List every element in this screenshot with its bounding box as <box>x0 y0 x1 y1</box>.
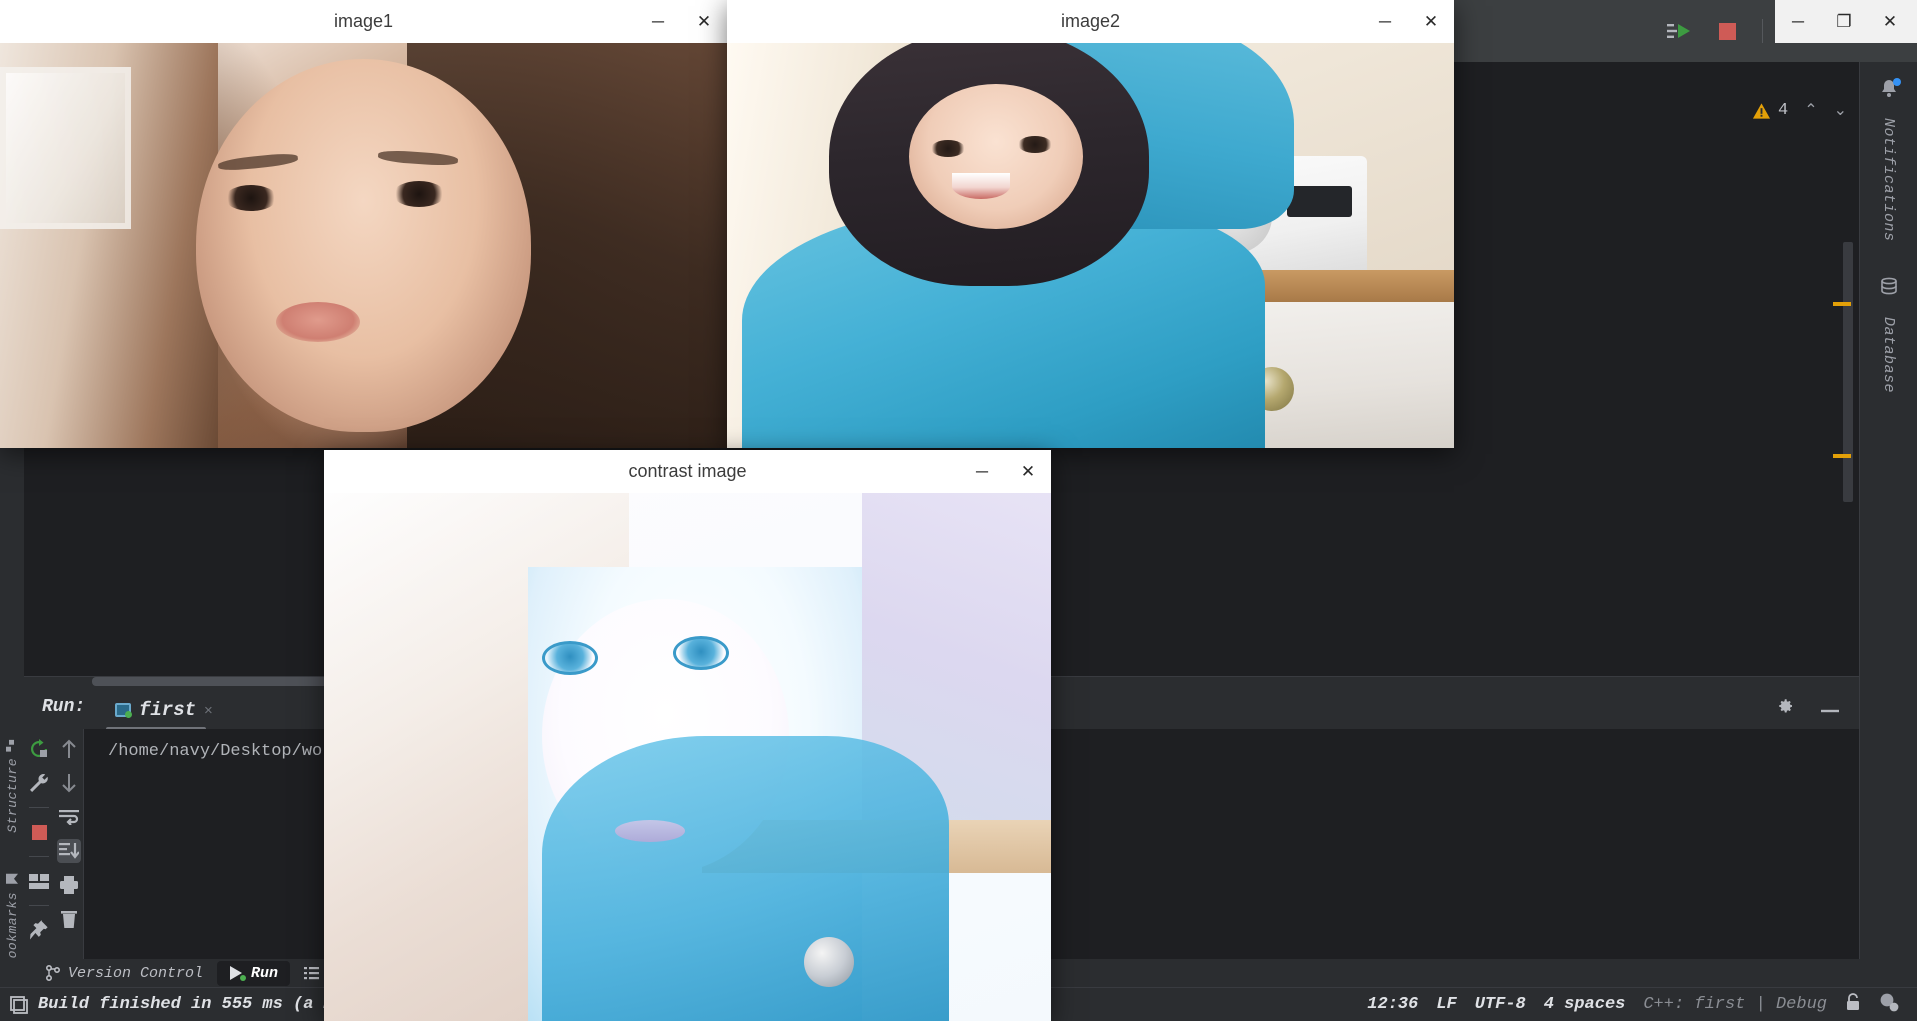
photo-portrait-1 <box>0 43 727 448</box>
window-image1-canvas <box>0 43 727 448</box>
stop-icon[interactable] <box>27 820 51 844</box>
bookmark-icon <box>6 874 18 885</box>
window-contrast-image[interactable]: contrast image ─ ✕ <box>324 450 1051 1021</box>
close-icon[interactable]: × <box>204 702 213 719</box>
sidebar-item-database[interactable]: Database <box>1880 309 1897 401</box>
right-tool-strip: Notifications Database <box>1859 62 1917 1021</box>
run-configuration-tab[interactable]: first × <box>109 693 219 727</box>
tab-label: Version Control <box>68 964 204 982</box>
close-button[interactable]: ✕ <box>1408 0 1454 43</box>
bell-icon[interactable] <box>1878 78 1901 102</box>
os-window-controls: ─ ❐ ✕ <box>1775 0 1917 43</box>
warning-count[interactable]: 4 <box>1752 101 1788 120</box>
database-icon[interactable] <box>1879 276 1899 301</box>
window-title: contrast image <box>628 461 747 481</box>
window-image1[interactable]: image1 ─ ✕ <box>0 0 727 448</box>
run-actions-secondary <box>54 729 84 959</box>
caret-position[interactable]: 12:36 <box>1367 995 1418 1014</box>
interpreter-setting[interactable]: C++: first | Debug <box>1643 995 1827 1014</box>
minimize-button[interactable]: ─ <box>635 0 681 43</box>
window-title: image2 <box>1060 11 1121 31</box>
trash-icon[interactable] <box>57 907 81 931</box>
window-contrast-canvas <box>324 493 1051 1021</box>
gear-icon[interactable] <box>1777 697 1795 720</box>
chevron-up-icon[interactable]: ⌃ <box>1804 100 1817 120</box>
divider <box>29 856 49 857</box>
play-icon <box>229 966 247 981</box>
minimize-button[interactable]: ─ <box>1362 0 1408 43</box>
scroll-to-end-icon[interactable] <box>56 839 81 863</box>
os-close-button[interactable]: ✕ <box>1867 0 1913 43</box>
structure-icon <box>6 739 14 752</box>
window-title: image1 <box>333 11 394 31</box>
tab-version-control[interactable]: Version Control <box>34 961 215 986</box>
build-icon <box>10 995 28 1014</box>
run-panel-title: Run: <box>42 697 86 717</box>
run-with-coverage-icon[interactable] <box>1666 18 1692 44</box>
editor-horizontal-scrollbar[interactable] <box>92 677 332 686</box>
window-image1-buttons: ─ ✕ <box>635 0 727 43</box>
lock-icon[interactable] <box>1845 992 1861 1017</box>
chevron-down-icon[interactable]: ⌄ <box>1834 100 1847 120</box>
branch-icon <box>46 965 60 981</box>
print-icon[interactable] <box>57 873 81 897</box>
window-contrast-titlebar[interactable]: contrast image ─ ✕ <box>324 450 1051 493</box>
toolbar-divider <box>1762 19 1763 43</box>
status-indicators: 12:36 LF UTF-8 4 spaces C++: first | Deb… <box>1367 992 1917 1018</box>
sidebar-item-structure[interactable]: Structure <box>5 734 20 839</box>
inspection-icon[interactable] <box>1879 992 1899 1018</box>
sidebar-item-notifications[interactable]: Notifications <box>1880 110 1897 250</box>
window-image2-titlebar[interactable]: image2 ─ ✕ <box>727 0 1454 43</box>
warning-count-label: 4 <box>1777 101 1789 120</box>
window-image2-canvas <box>727 43 1454 448</box>
file-encoding[interactable]: UTF-8 <box>1475 995 1526 1014</box>
notification-dot <box>1892 78 1901 86</box>
pin-icon[interactable] <box>27 918 51 942</box>
bookmarks-label: Bookmarks <box>4 892 20 967</box>
line-separator[interactable]: LF <box>1436 995 1456 1014</box>
minimize-icon[interactable] <box>1821 700 1841 718</box>
rerun-icon[interactable] <box>27 737 51 761</box>
divider <box>29 905 49 906</box>
tab-run[interactable]: Run <box>217 960 291 986</box>
inspections-widget: 4 ⌃ ⌄ <box>1529 62 1859 124</box>
window-image1-titlebar[interactable]: image1 ─ ✕ <box>0 0 727 43</box>
list-icon <box>304 967 320 980</box>
layout-icon[interactable] <box>27 869 51 893</box>
editor-scrollbar[interactable] <box>1833 242 1853 502</box>
stop-icon[interactable] <box>1714 18 1740 44</box>
wrench-icon[interactable] <box>27 771 51 795</box>
tab-label: Run <box>251 964 279 982</box>
close-button[interactable]: ✕ <box>681 0 727 43</box>
indent-setting[interactable]: 4 spaces <box>1544 995 1626 1014</box>
photo-contrast-blend <box>324 493 1051 1021</box>
soft-wrap-icon[interactable] <box>57 805 81 829</box>
close-button[interactable]: ✕ <box>1005 450 1051 493</box>
run-config-name: first <box>139 699 197 721</box>
divider <box>29 807 49 808</box>
run-config-icon <box>115 703 132 718</box>
arrow-up-icon[interactable] <box>57 737 81 761</box>
run-actions-primary <box>24 729 54 959</box>
run-panel-actions <box>1777 697 1841 720</box>
structure-label: Structure <box>4 757 20 833</box>
arrow-down-icon[interactable] <box>57 771 81 795</box>
warning-marker[interactable] <box>1833 454 1851 458</box>
window-image2[interactable]: image2 ─ ✕ <box>727 0 1454 448</box>
minimize-button[interactable]: ─ <box>959 450 1005 493</box>
photo-portrait-2 <box>727 43 1454 448</box>
os-maximize-button[interactable]: ❐ <box>1821 0 1867 43</box>
window-image2-buttons: ─ ✕ <box>1362 0 1454 43</box>
os-minimize-button[interactable]: ─ <box>1775 0 1821 43</box>
warning-marker[interactable] <box>1833 302 1851 306</box>
window-contrast-buttons: ─ ✕ <box>959 450 1051 493</box>
sidebar-item-bookmarks[interactable]: Bookmarks <box>5 866 20 973</box>
